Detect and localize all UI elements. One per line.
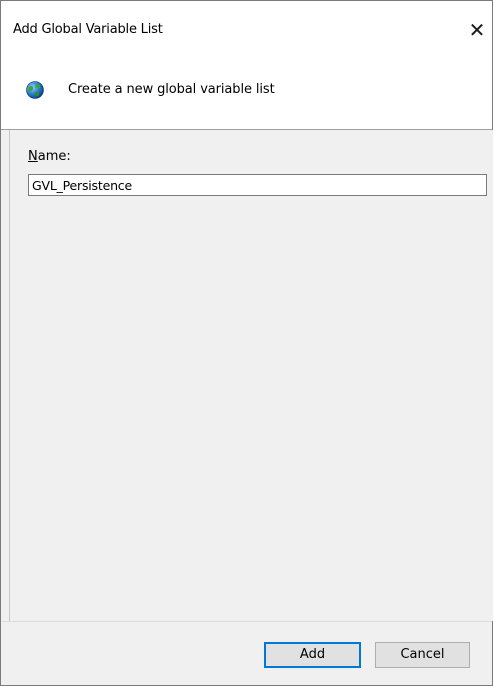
cancel-button[interactable]: Cancel	[375, 642, 470, 668]
globe-icon	[26, 81, 44, 99]
add-button[interactable]: Add	[264, 642, 361, 668]
close-icon: ✕	[468, 18, 486, 42]
dialog-body: Name:	[1, 130, 493, 621]
name-label-text: ame:	[37, 149, 71, 164]
add-global-variable-list-dialog: Add Global Variable List ✕ Create a new …	[0, 0, 493, 686]
name-label: Name:	[28, 149, 71, 164]
dialog-header: Create a new global variable list	[1, 61, 492, 129]
header-description: Create a new global variable list	[68, 82, 275, 97]
close-button[interactable]: ✕	[462, 15, 492, 45]
dialog-footer: Add Cancel	[1, 622, 492, 685]
form-panel: Name:	[9, 130, 493, 621]
dialog-title: Add Global Variable List	[13, 22, 163, 37]
name-input[interactable]	[28, 174, 487, 196]
title-bar[interactable]: Add Global Variable List ✕	[1, 1, 492, 61]
name-label-accelerator: N	[28, 149, 38, 164]
